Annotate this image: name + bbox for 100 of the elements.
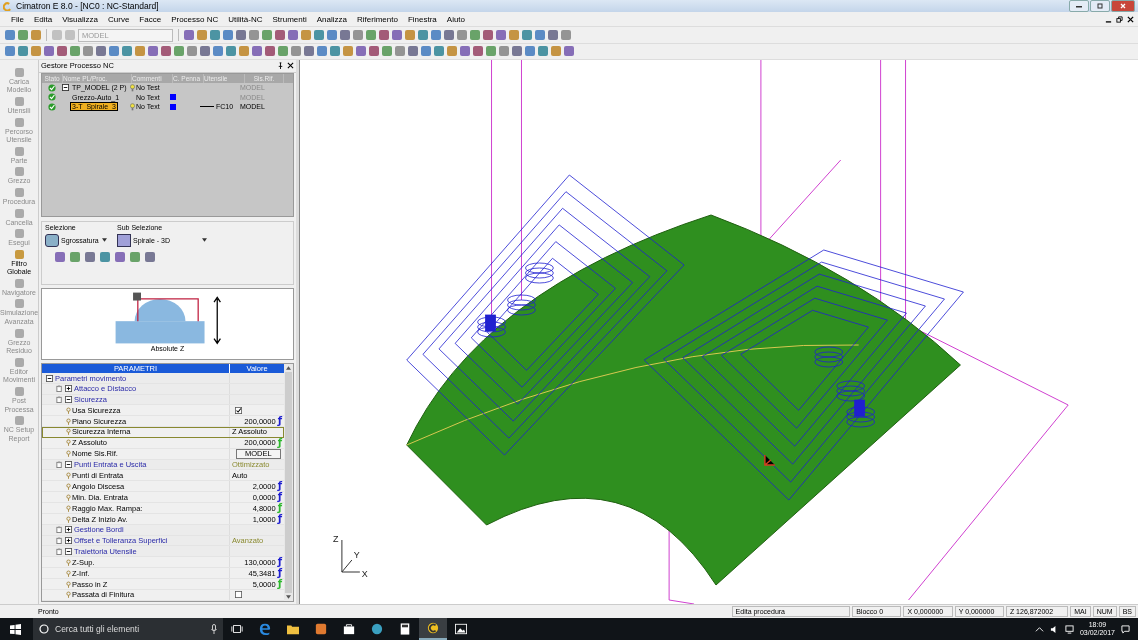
toolbar-icon[interactable] (382, 46, 392, 57)
task-view-icon[interactable] (231, 623, 243, 635)
toolbar-icon[interactable] (223, 30, 233, 41)
toolbar-icon[interactable] (275, 30, 285, 41)
pin-icon[interactable] (277, 62, 284, 70)
restore-icon[interactable] (1116, 15, 1123, 23)
toolbar-icon[interactable] (301, 30, 311, 41)
toolbar-icon[interactable] (564, 46, 574, 57)
toolbar-icon[interactable] (538, 46, 548, 57)
collapse-icon[interactable] (62, 84, 69, 91)
app-logo-icon[interactable] (427, 622, 439, 634)
toolbar-icon[interactable] (330, 46, 340, 57)
menu-item[interactable]: Riferimento (352, 14, 403, 24)
toolbar-icon[interactable] (444, 30, 454, 41)
toolbar-icon[interactable] (55, 251, 65, 262)
toolbar-icon[interactable] (85, 251, 95, 262)
toolbar-icon[interactable] (483, 30, 493, 41)
search-field[interactable]: Cerca tutti gli elementi (33, 618, 223, 640)
windows-start-icon[interactable] (10, 623, 21, 635)
toolbar-icon[interactable] (210, 30, 220, 41)
toolbar-icon[interactable] (431, 30, 441, 41)
expand-toggle-icon[interactable] (65, 461, 72, 469)
toolbar-icon[interactable] (5, 30, 15, 41)
toolbar-icon[interactable] (252, 46, 262, 57)
toolbar-icon[interactable] (434, 46, 444, 57)
toolbar-icon[interactable] (522, 30, 532, 41)
toolbar-icon[interactable] (343, 46, 353, 57)
toolbar-icon[interactable] (314, 30, 324, 41)
formula-mark[interactable]: ƒ (277, 557, 282, 568)
toolbar-icon[interactable] (184, 30, 194, 41)
expand-toggle-icon[interactable] (46, 374, 53, 382)
store-icon[interactable] (343, 623, 355, 635)
toolbar-icon[interactable] (470, 30, 480, 41)
image-icon[interactable] (455, 623, 467, 635)
expand-toggle-icon[interactable] (65, 396, 72, 403)
toolbar-icon[interactable] (135, 46, 145, 57)
toolbar-icon[interactable] (109, 46, 119, 57)
toolbar-icon[interactable] (236, 30, 246, 41)
formula-mark[interactable]: ƒ (277, 568, 282, 579)
toolbar-icon[interactable] (486, 46, 496, 57)
toolbar-icon[interactable] (535, 30, 545, 41)
expand-toggle-icon[interactable] (65, 526, 72, 534)
toolbar-icon[interactable] (249, 30, 259, 41)
toolbar-icon[interactable] (148, 46, 158, 57)
toolbar-icon[interactable] (499, 46, 509, 57)
microphone-icon[interactable] (211, 624, 217, 634)
close-icon[interactable] (287, 62, 294, 70)
minimize-button[interactable] (1069, 0, 1089, 13)
expand-toggle-icon[interactable] (65, 547, 72, 555)
toolbar-icon[interactable] (551, 46, 561, 57)
menu-item[interactable]: Finestra (402, 14, 442, 24)
toolbar-icon[interactable] (278, 46, 288, 57)
toolbar-icon[interactable] (418, 30, 428, 41)
toolbar-icon[interactable] (512, 46, 522, 57)
toolbar-icon[interactable] (96, 46, 106, 57)
close-button[interactable] (1111, 0, 1135, 13)
toolbar-icon[interactable] (213, 46, 223, 57)
calculator-icon[interactable] (399, 623, 411, 635)
app-icon[interactable] (315, 623, 327, 635)
chevron-up-icon[interactable] (1034, 624, 1044, 634)
menu-item[interactable]: Utilità-NC (223, 14, 268, 24)
toolbar-icon[interactable] (226, 46, 236, 57)
toolbar-icon[interactable] (366, 30, 376, 41)
toolbar-icon[interactable] (18, 30, 28, 41)
toolbar-icon[interactable] (353, 30, 363, 41)
toolbar-icon[interactable] (130, 251, 140, 262)
toolbar-icon[interactable] (145, 251, 155, 262)
toolbar-icon[interactable] (31, 46, 41, 57)
checkbox[interactable] (235, 591, 242, 599)
expand-toggle-icon[interactable] (65, 537, 72, 545)
toolbar-icon[interactable] (379, 30, 389, 41)
toolbar-icon[interactable] (291, 46, 301, 57)
formula-mark[interactable]: ƒ (277, 514, 282, 525)
toolbar-icon[interactable] (83, 46, 93, 57)
toolbar-icon[interactable] (408, 46, 418, 57)
toolbar-icon[interactable] (525, 46, 535, 57)
menu-item[interactable]: File (6, 14, 29, 24)
toolbar-icon[interactable] (356, 46, 366, 57)
toolbar-icon[interactable] (421, 46, 431, 57)
menu-item[interactable]: Visualizza (57, 14, 103, 24)
toolbar-icon[interactable] (187, 46, 197, 57)
toolbar-icon[interactable] (200, 46, 210, 57)
toolbar-icon[interactable] (161, 46, 171, 57)
formula-mark[interactable]: ƒ (277, 481, 282, 492)
notification-icon[interactable] (1121, 624, 1130, 634)
toolbar-icon[interactable] (369, 46, 379, 57)
close-icon[interactable] (1127, 15, 1134, 23)
toolbar-icon[interactable] (70, 46, 80, 57)
globe-icon[interactable] (371, 623, 383, 635)
toolbar-icon[interactable] (31, 30, 41, 41)
browser-icon[interactable] (259, 623, 271, 635)
toolbar-icon[interactable] (262, 30, 272, 41)
toolbar-icon[interactable] (548, 30, 558, 41)
toolbar-icon[interactable] (100, 251, 110, 262)
toolbar-icon[interactable] (265, 46, 275, 57)
toolbar-icon[interactable] (340, 30, 350, 41)
toolbar-icon[interactable] (395, 46, 405, 57)
menu-item[interactable]: Analizza (311, 14, 352, 24)
scrollbar[interactable] (284, 363, 293, 601)
toolbar-icon[interactable] (115, 251, 125, 262)
